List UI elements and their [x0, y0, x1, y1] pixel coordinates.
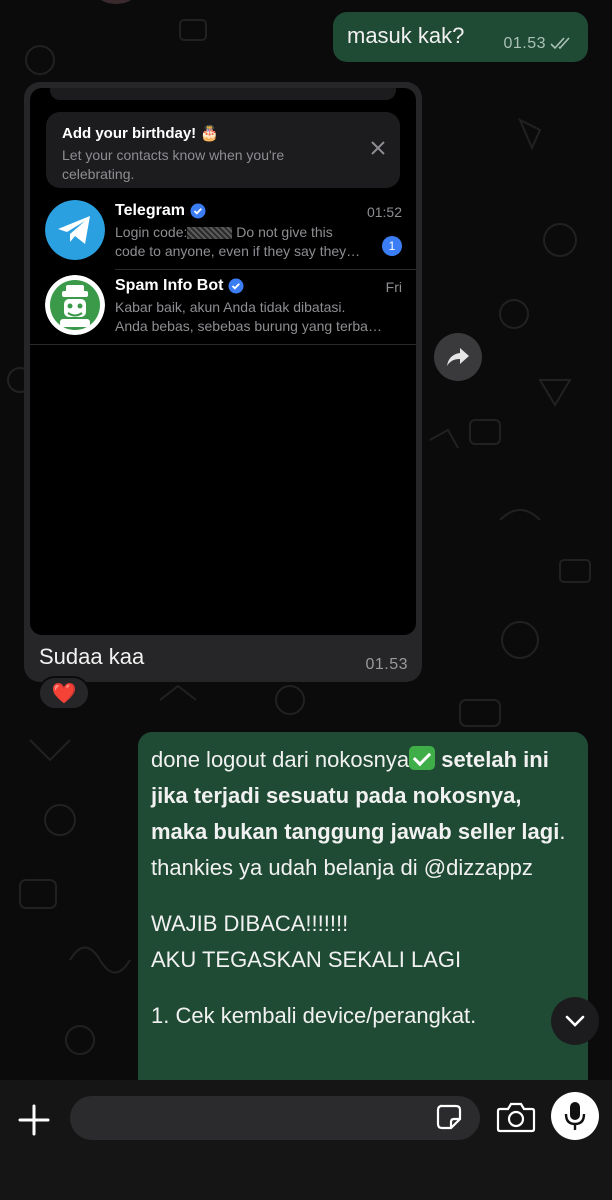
- unread-badge: 1: [382, 236, 402, 256]
- mic-button[interactable]: [551, 1092, 599, 1140]
- sticker-icon[interactable]: [434, 1102, 464, 1132]
- chat-name: Telegram: [115, 202, 206, 220]
- search-bar-partial: [50, 88, 396, 100]
- camera-icon[interactable]: [496, 1100, 536, 1134]
- scroll-to-bottom-button[interactable]: [551, 997, 599, 1045]
- divider: [115, 269, 416, 270]
- birthday-title: Add your birthday! 🎂: [62, 125, 220, 142]
- chat-name-text: Telegram: [115, 202, 185, 219]
- plus-icon[interactable]: [14, 1100, 54, 1140]
- incoming-message[interactable]: Add your birthday! 🎂 Let your contacts k…: [24, 82, 422, 682]
- message-text: masuk kak?: [347, 23, 465, 48]
- message-meta: 01.53: [503, 35, 574, 53]
- message-line: 1. Cek kembali device/perangkat.: [151, 1003, 477, 1028]
- chevron-down-icon: [565, 1015, 585, 1027]
- forward-icon: [447, 348, 469, 366]
- reaction-badge[interactable]: ❤️: [38, 676, 90, 710]
- check-mark-icon: [409, 746, 436, 770]
- preview-line-1: Kabar baik, akun Anda tidak dibatasi.: [115, 299, 346, 315]
- preview-prefix: Login code:: [115, 224, 188, 240]
- chat-name: Spam Info Bot: [115, 277, 244, 295]
- message-input[interactable]: [70, 1096, 480, 1140]
- message-line: WAJIB DIBACA!!!!!!!: [151, 911, 349, 936]
- message-time: 01.53: [365, 656, 408, 673]
- message-line: AKU TEGASKAN SEKALI LAGI: [151, 947, 462, 972]
- outgoing-message[interactable]: masuk kak? 01.53: [333, 12, 588, 62]
- preview-suffix: Do not give this: [232, 224, 333, 240]
- preview-line-2: Anda bebas, sebebas burung yang terba…: [115, 318, 382, 334]
- message-time: 01.53: [503, 35, 546, 52]
- close-icon: [371, 141, 385, 155]
- message-text: done logout dari nokosnya: [151, 747, 410, 772]
- spam-bot-avatar-icon: [45, 275, 105, 335]
- message-caption: Sudaa kaa: [39, 644, 145, 669]
- redacted-code: [187, 227, 233, 240]
- chat-name-text: Spam Info Bot: [115, 277, 224, 294]
- birthday-subtitle: Let your contacts know when you're celeb…: [62, 147, 285, 182]
- verified-badge-icon: [190, 203, 206, 219]
- chat-preview: Kabar baik, akun Anda tidak dibatasi. An…: [115, 298, 385, 336]
- message-paragraph-1: done logout dari nokosnya setelah ini ji…: [151, 742, 574, 886]
- double-check-icon: [550, 37, 570, 50]
- telegram-logo-icon: [45, 200, 105, 260]
- mic-icon: [564, 1102, 586, 1130]
- forward-button[interactable]: [434, 333, 482, 381]
- chat-row-spam-info-bot: Spam Info Bot Fri Kabar baik, akun Anda …: [30, 271, 416, 345]
- composer-bar: [0, 1080, 612, 1200]
- chat-area: masuk kak? 01.53 Add your birthday! 🎂 Le…: [0, 0, 612, 1080]
- outgoing-message[interactable]: done logout dari nokosnya setelah ini ji…: [138, 732, 588, 1080]
- verified-badge-icon: [228, 278, 244, 294]
- chat-preview: Login code: Do not give this code to any…: [115, 223, 385, 261]
- image-attachment[interactable]: Add your birthday! 🎂 Let your contacts k…: [30, 88, 416, 635]
- divider: [30, 344, 416, 345]
- chat-row-telegram: Telegram 01:52 Login code: Do not give t…: [30, 196, 416, 270]
- preview-line-2: code to anyone, even if they say they…: [115, 243, 361, 259]
- birthday-card: Add your birthday! 🎂 Let your contacts k…: [46, 112, 400, 188]
- chat-time: Fri: [385, 279, 402, 295]
- chat-time: 01:52: [366, 204, 402, 220]
